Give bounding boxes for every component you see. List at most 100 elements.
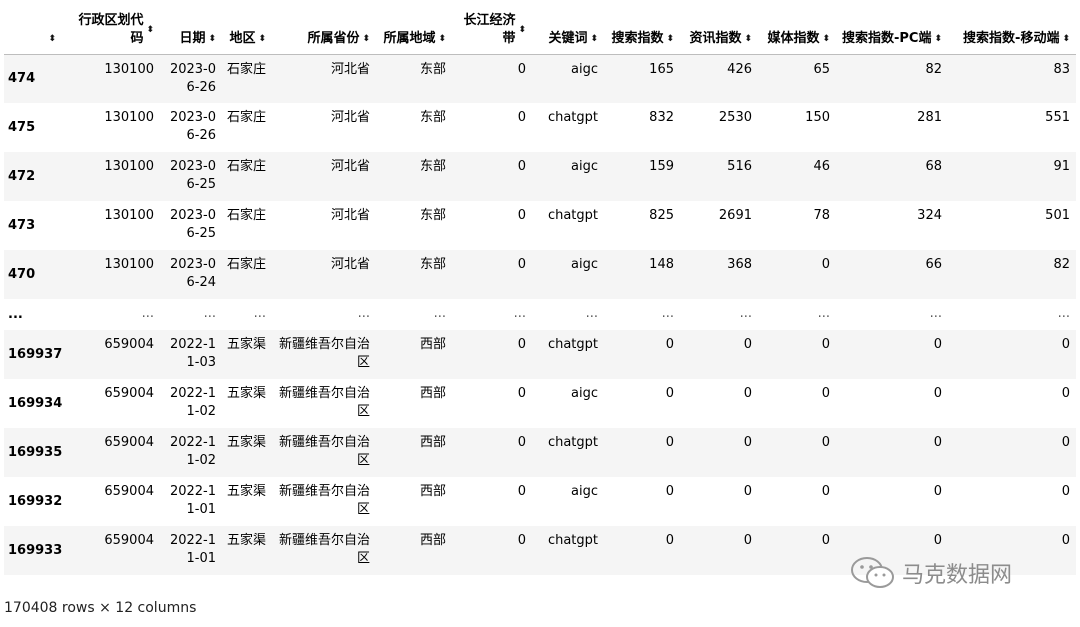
column-header-label: 所属省份 xyxy=(307,30,360,46)
row-index: 472 xyxy=(4,152,62,201)
index-header[interactable]: ⬍ xyxy=(4,8,62,55)
table-cell: 西部 xyxy=(419,386,446,401)
table-cell: ... xyxy=(929,306,942,321)
column-header[interactable]: 媒体指数 ⬍ xyxy=(758,8,836,55)
table-cell: 0 xyxy=(517,110,526,125)
column-header[interactable]: 关键词 ⬍ xyxy=(532,8,604,55)
table-cell: 河北省 xyxy=(272,250,376,299)
table-cell: 0 xyxy=(452,330,532,379)
column-header[interactable]: 资讯指数 ⬍ xyxy=(680,8,758,55)
table-cell: 501 xyxy=(1045,208,1070,223)
table-cell: 2022-11-02 xyxy=(160,428,222,477)
sort-icon[interactable]: ⬍ xyxy=(48,30,56,48)
table-cell: 0 xyxy=(948,428,1076,477)
sort-icon[interactable]: ⬍ xyxy=(590,30,598,48)
table-cell: 东部 xyxy=(376,152,452,201)
table-cell: aigc xyxy=(571,484,598,499)
table-cell: ... xyxy=(141,306,154,321)
table-cell: 新疆维吾尔自治区 xyxy=(272,428,376,477)
table-cell: 0 xyxy=(743,386,752,401)
table-cell: 46 xyxy=(758,152,836,201)
sort-icon[interactable]: ⬍ xyxy=(822,30,830,48)
table-cell: ... xyxy=(661,306,674,321)
table-cell: 石家庄 xyxy=(226,110,266,125)
table-cell: 0 xyxy=(604,428,680,477)
table-row: 169932 659004 2022-11-01 五家渠 新疆维吾尔自治区 西部 0 aigc… xyxy=(4,477,1076,526)
table-cell: 130100 xyxy=(62,54,160,103)
ellipsis-row: ....................................... xyxy=(4,299,1076,330)
table-cell: 0 xyxy=(1061,484,1070,499)
table-cell: 石家庄 xyxy=(226,208,266,223)
column-header[interactable]: 所属地域 ⬍ xyxy=(376,8,452,55)
table-cell: 五家渠 xyxy=(222,526,272,575)
table-cell: 426 xyxy=(680,54,758,103)
sort-icon[interactable]: ⬍ xyxy=(146,21,154,39)
row-index: 169932 xyxy=(8,494,63,509)
table-cell: 2022-11-01 xyxy=(160,526,222,575)
column-header[interactable]: 日期 ⬍ xyxy=(160,8,222,55)
sort-icon[interactable]: ⬍ xyxy=(438,30,446,48)
table-row: 169935 659004 2022-11-02 五家渠 新疆维吾尔自治区 西部 0 chat… xyxy=(4,428,1076,477)
column-header[interactable]: 搜索指数-PC端 ⬍ xyxy=(836,8,948,55)
column-header[interactable]: 搜索指数 ⬍ xyxy=(604,8,680,55)
sort-icon[interactable]: ⬍ xyxy=(666,30,674,48)
table-cell: 0 xyxy=(452,152,532,201)
table-cell: 91 xyxy=(948,152,1076,201)
row-index: 475 xyxy=(8,120,36,135)
sort-icon[interactable]: ⬍ xyxy=(208,30,216,48)
table-cell: aigc xyxy=(532,54,604,103)
column-header[interactable]: 长江经济带 ⬍ xyxy=(452,8,532,55)
table-cell: chatgpt xyxy=(532,428,604,477)
watermark: 马克数据网 xyxy=(850,556,1012,590)
table-cell: 551 xyxy=(1045,110,1070,125)
table-cell: 0 xyxy=(517,208,526,223)
sort-icon[interactable]: ⬍ xyxy=(744,30,752,48)
table-cell: 石家庄 xyxy=(222,152,272,201)
shape-summary: 170408 rows × 12 columns xyxy=(4,600,197,616)
table-cell: 659004 xyxy=(104,484,154,499)
table-cell: 150 xyxy=(805,110,830,125)
table-cell: 河北省 xyxy=(330,208,370,223)
table-cell: 78 xyxy=(813,208,830,223)
table-cell: 2023-06-24 xyxy=(160,250,222,299)
table-cell: 新疆维吾尔自治区 xyxy=(278,484,370,517)
sort-icon[interactable]: ⬍ xyxy=(518,21,526,39)
dataframe-view: ⬍ 行政区划代码 ⬍ 日期 ⬍ 地区 ⬍ 所属省份 ⬍ 所属地域 ⬍ 长江经济带 ⬍ 关键词 ⬍ 搜索指数 ⬍ 资… xyxy=(4,8,1076,575)
sort-icon[interactable]: ⬍ xyxy=(1062,30,1070,48)
column-header-label: 日期 xyxy=(179,30,206,46)
table-row: 472 130100 2023-06-25 石家庄 河北省 东部 0 aigc 159 516 46… xyxy=(4,152,1076,201)
table-cell: 0 xyxy=(517,484,526,499)
table-cell: 0 xyxy=(452,526,532,575)
table-cell: ... xyxy=(433,306,446,321)
table-cell: chatgpt xyxy=(547,110,598,125)
table-cell: 西部 xyxy=(419,484,446,499)
table-cell: 0 xyxy=(758,428,836,477)
column-header[interactable]: 所属省份 ⬍ xyxy=(272,8,376,55)
table-cell: aigc xyxy=(571,386,598,401)
column-header[interactable]: 地区 ⬍ xyxy=(222,8,272,55)
table-cell: ... xyxy=(739,306,752,321)
column-header[interactable]: 搜索指数-移动端 ⬍ xyxy=(948,8,1076,55)
table-cell: 0 xyxy=(836,330,948,379)
table-cell: 159 xyxy=(604,152,680,201)
sort-icon[interactable]: ⬍ xyxy=(258,30,266,48)
table-cell: 五家渠 xyxy=(226,484,266,499)
table-cell: 0 xyxy=(758,330,836,379)
column-header[interactable]: 行政区划代码 ⬍ xyxy=(62,8,160,55)
table-cell: 西部 xyxy=(376,330,452,379)
table-cell: 659004 xyxy=(62,526,160,575)
table-cell: 石家庄 xyxy=(222,54,272,103)
column-header-label: 长江经济带 xyxy=(463,12,516,46)
table-cell: 新疆维吾尔自治区 xyxy=(272,526,376,575)
table-cell: 0 xyxy=(821,386,830,401)
table-cell: 0 xyxy=(665,386,674,401)
sort-icon[interactable]: ⬍ xyxy=(934,30,942,48)
table-cell: 河北省 xyxy=(330,110,370,125)
table-cell: 324 xyxy=(917,208,942,223)
table-cell: ... xyxy=(513,306,526,321)
table-row: 473 130100 2023-06-25 石家庄 河北省 东部 0 chatgpt 825 26… xyxy=(4,201,1076,250)
table-cell: 西部 xyxy=(376,428,452,477)
row-index: 473 xyxy=(8,218,36,233)
sort-icon[interactable]: ⬍ xyxy=(362,30,370,48)
row-index: 169933 xyxy=(4,526,62,575)
